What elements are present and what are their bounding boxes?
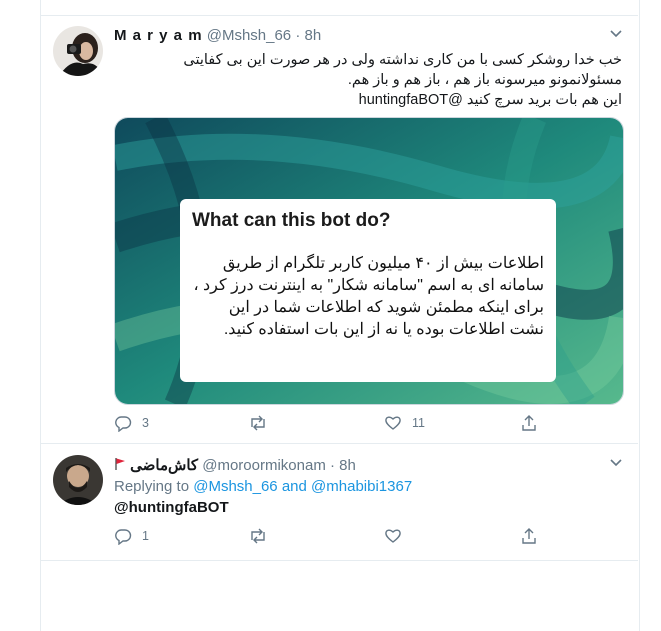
like-button[interactable]: 11 xyxy=(384,414,425,432)
replying-to-and: and xyxy=(281,478,307,495)
retweet-button[interactable] xyxy=(248,527,278,545)
retweet-icon xyxy=(251,415,265,431)
handle[interactable]: @Mshsh_66 xyxy=(207,27,291,44)
tweet-header: M a r y a m @Mshsh_66 · 8h xyxy=(114,27,321,44)
display-name[interactable]: کاش‌ماضی xyxy=(130,457,198,474)
share-button[interactable] xyxy=(520,527,538,545)
heart-icon xyxy=(385,416,401,430)
replying-to-user-link[interactable]: @Mshsh_66 xyxy=(193,478,277,495)
tweet-actions: 1 xyxy=(114,527,622,547)
like-count: 11 xyxy=(412,416,425,430)
avatar[interactable] xyxy=(53,26,103,76)
red-flag-icon xyxy=(115,458,125,470)
chevron-down-icon[interactable] xyxy=(608,25,624,41)
bot-info-description: اطلاعات بیش از ۴۰ میلیون کاربر تلگرام از… xyxy=(193,255,544,338)
avatar-photo xyxy=(53,26,103,76)
replying-to: Replying to @Mshsh_66 and @mhabibi1367 xyxy=(114,478,412,495)
reply-button[interactable]: 1 xyxy=(114,527,149,545)
dot-separator: · xyxy=(295,27,301,44)
replying-to-label: Replying to xyxy=(114,478,190,495)
tweet-text-line: خب خدا روشکر کسی با من کاری نداشته ولی د… xyxy=(183,52,622,68)
timestamp[interactable]: 8h xyxy=(339,457,356,474)
tweet-text-line: مسئولانمونو میرسونه باز هم ، باز هم و با… xyxy=(347,72,622,88)
tweet-text-line: این هم بات برید سرچ کنید @huntingfaBOT xyxy=(358,92,622,108)
replying-to-user-link[interactable]: @mhabibi1367 xyxy=(311,478,412,495)
chevron-down-icon[interactable] xyxy=(608,454,624,470)
share-button[interactable] xyxy=(520,414,538,432)
display-name[interactable]: M a r y a m xyxy=(114,27,203,44)
bot-info-box: What can this bot do? اطلاعات بیش از ۴۰ … xyxy=(180,199,556,382)
avatar[interactable] xyxy=(53,455,103,505)
share-icon xyxy=(522,415,536,431)
tweet-text[interactable]: @huntingfaBOT xyxy=(114,499,229,516)
dot-separator: · xyxy=(329,457,335,474)
tweet-header: کاش‌ماضی @moroormikonam · 8h xyxy=(114,456,356,474)
reply-count: 1 xyxy=(142,529,149,543)
reply-count: 3 xyxy=(142,416,149,430)
reply-icon xyxy=(115,529,132,545)
media-card[interactable]: What can this bot do? اطلاعات بیش از ۴۰ … xyxy=(114,117,624,405)
timestamp[interactable]: 8h xyxy=(305,27,322,44)
retweet-button[interactable] xyxy=(248,414,278,432)
bot-info-title: What can this bot do? xyxy=(192,210,391,231)
like-button[interactable] xyxy=(384,527,412,545)
avatar-photo xyxy=(53,455,103,505)
heart-icon xyxy=(385,529,401,543)
reply-button[interactable]: 3 xyxy=(114,414,149,432)
tweet-actions: 3 11 xyxy=(114,414,622,434)
tweet-divider xyxy=(40,560,638,561)
share-icon xyxy=(522,528,536,544)
tweet-text: خب خدا روشکر کسی با من کاری نداشته ولی د… xyxy=(114,50,622,110)
retweet-icon xyxy=(251,528,265,544)
tweet[interactable]: M a r y a m @Mshsh_66 · 8h خب خدا روشکر … xyxy=(40,16,638,443)
handle[interactable]: @moroormikonam xyxy=(202,457,326,474)
reply-icon xyxy=(115,416,132,432)
tweet[interactable]: کاش‌ماضی @moroormikonam · 8h Replying to… xyxy=(40,444,638,560)
